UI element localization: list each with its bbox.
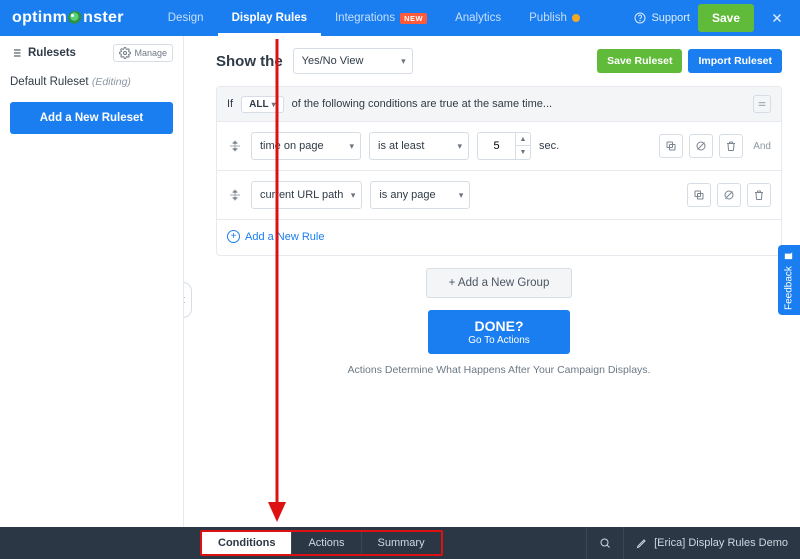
tab-publish[interactable]: Publish xyxy=(515,0,594,36)
head-row: Show the Yes/No View Save Ruleset Import… xyxy=(216,48,782,74)
stepper-buttons: ▲ ▼ xyxy=(515,132,531,160)
trash-icon xyxy=(725,140,737,152)
status-dot-icon xyxy=(572,14,580,22)
nav-tabs: Design Display Rules IntegrationsNEW Ana… xyxy=(154,0,594,36)
collapse-group-button[interactable] xyxy=(753,95,771,113)
group-tail-text: of the following conditions are true at … xyxy=(292,98,552,110)
rulesets-heading: Rulesets xyxy=(10,47,76,59)
rule-row: time on page is at least ▲ ▼ sec. And xyxy=(217,122,781,171)
value-stepper: ▲ ▼ xyxy=(477,132,531,160)
mascot-icon xyxy=(68,11,82,25)
eye-off-icon xyxy=(695,140,707,152)
search-icon xyxy=(599,537,611,549)
list-icon xyxy=(10,47,22,59)
plus-icon: + xyxy=(227,230,240,243)
search-button[interactable] xyxy=(587,527,623,559)
import-ruleset-button[interactable]: Import Ruleset xyxy=(688,49,782,73)
sidebar: Rulesets Manage Default Ruleset (Editing… xyxy=(0,36,184,527)
disable-rule-button[interactable] xyxy=(717,183,741,207)
rule-row: current URL path is any page xyxy=(217,171,781,220)
collapse-sidebar-button[interactable] xyxy=(184,282,192,318)
copy-icon xyxy=(693,189,705,201)
save-button[interactable]: Save xyxy=(698,4,754,32)
value-input[interactable] xyxy=(477,132,515,160)
duplicate-rule-button[interactable] xyxy=(687,183,711,207)
delete-rule-button[interactable] xyxy=(719,134,743,158)
editing-label: (Editing) xyxy=(92,76,131,88)
drag-handle[interactable] xyxy=(227,138,243,154)
manage-button[interactable]: Manage xyxy=(113,44,173,62)
main-panel: Show the Yes/No View Save Ruleset Import… xyxy=(184,36,800,527)
support-link[interactable]: Support xyxy=(634,12,690,24)
eye-off-icon xyxy=(723,189,735,201)
chevron-left-icon xyxy=(184,295,186,305)
tab-summary[interactable]: Summary xyxy=(362,532,441,554)
close-icon xyxy=(770,11,784,25)
add-rule-button[interactable]: + Add a New Rule xyxy=(217,220,781,255)
chat-icon xyxy=(784,250,795,261)
bottom-tabs: Conditions Actions Summary xyxy=(200,530,443,556)
delete-rule-button[interactable] xyxy=(747,183,771,207)
operator-select[interactable]: is at least xyxy=(369,132,469,160)
tab-display-rules[interactable]: Display Rules xyxy=(218,0,321,36)
gear-icon xyxy=(119,47,131,59)
group-header: If ALL of the following conditions are t… xyxy=(217,87,781,122)
top-navigation: optinmnster Design Display Rules Integra… xyxy=(0,0,800,36)
brand-text-1: optin xyxy=(12,9,53,27)
done-section: DONE? Go To Actions Actions Determine Wh… xyxy=(216,310,782,376)
brand-text-3: nster xyxy=(83,9,124,27)
duplicate-rule-button[interactable] xyxy=(659,134,683,158)
collapse-icon xyxy=(757,99,767,109)
drag-handle[interactable] xyxy=(227,187,243,203)
done-description: Actions Determine What Happens After You… xyxy=(216,364,782,376)
tab-integrations[interactable]: IntegrationsNEW xyxy=(321,0,441,36)
page-title: Show the xyxy=(216,53,283,70)
tab-conditions[interactable]: Conditions xyxy=(202,532,292,554)
if-label: If xyxy=(227,98,233,110)
bottom-bar: Conditions Actions Summary [Erica] Displ… xyxy=(0,527,800,559)
brand-logo: optinmnster xyxy=(12,9,124,27)
help-icon xyxy=(634,12,646,24)
tab-actions[interactable]: Actions xyxy=(292,532,361,554)
new-badge: NEW xyxy=(400,13,427,24)
disable-rule-button[interactable] xyxy=(689,134,713,158)
close-button[interactable] xyxy=(762,3,792,33)
campaign-name-button[interactable]: [Erica] Display Rules Demo xyxy=(624,527,800,559)
unit-label: sec. xyxy=(539,140,559,152)
operator-select[interactable]: is any page xyxy=(370,181,470,209)
copy-icon xyxy=(665,140,677,152)
view-select[interactable]: Yes/No View xyxy=(293,48,413,74)
and-label: And xyxy=(753,141,771,152)
step-down-button[interactable]: ▼ xyxy=(516,146,530,159)
top-right-actions: Support Save xyxy=(634,3,792,33)
pencil-icon xyxy=(636,537,648,549)
drag-icon xyxy=(229,140,241,152)
scope-select[interactable]: ALL xyxy=(241,96,283,113)
metric-select[interactable]: current URL path xyxy=(251,181,362,209)
drag-icon xyxy=(229,189,241,201)
feedback-tab[interactable]: Feedback xyxy=(778,245,800,315)
rule-group: If ALL of the following conditions are t… xyxy=(216,86,782,256)
tab-analytics[interactable]: Analytics xyxy=(441,0,515,36)
metric-select[interactable]: time on page xyxy=(251,132,361,160)
add-group-button[interactable]: + Add a New Group xyxy=(426,268,573,298)
tab-design[interactable]: Design xyxy=(154,0,218,36)
layout: Rulesets Manage Default Ruleset (Editing… xyxy=(0,36,800,527)
add-ruleset-button[interactable]: Add a New Ruleset xyxy=(10,102,173,134)
step-up-button[interactable]: ▲ xyxy=(516,133,530,146)
save-ruleset-button[interactable]: Save Ruleset xyxy=(597,49,682,73)
brand-text-2: m xyxy=(53,9,68,27)
done-button[interactable]: DONE? Go To Actions xyxy=(428,310,570,354)
current-ruleset[interactable]: Default Ruleset (Editing) xyxy=(10,76,173,88)
trash-icon xyxy=(753,189,765,201)
